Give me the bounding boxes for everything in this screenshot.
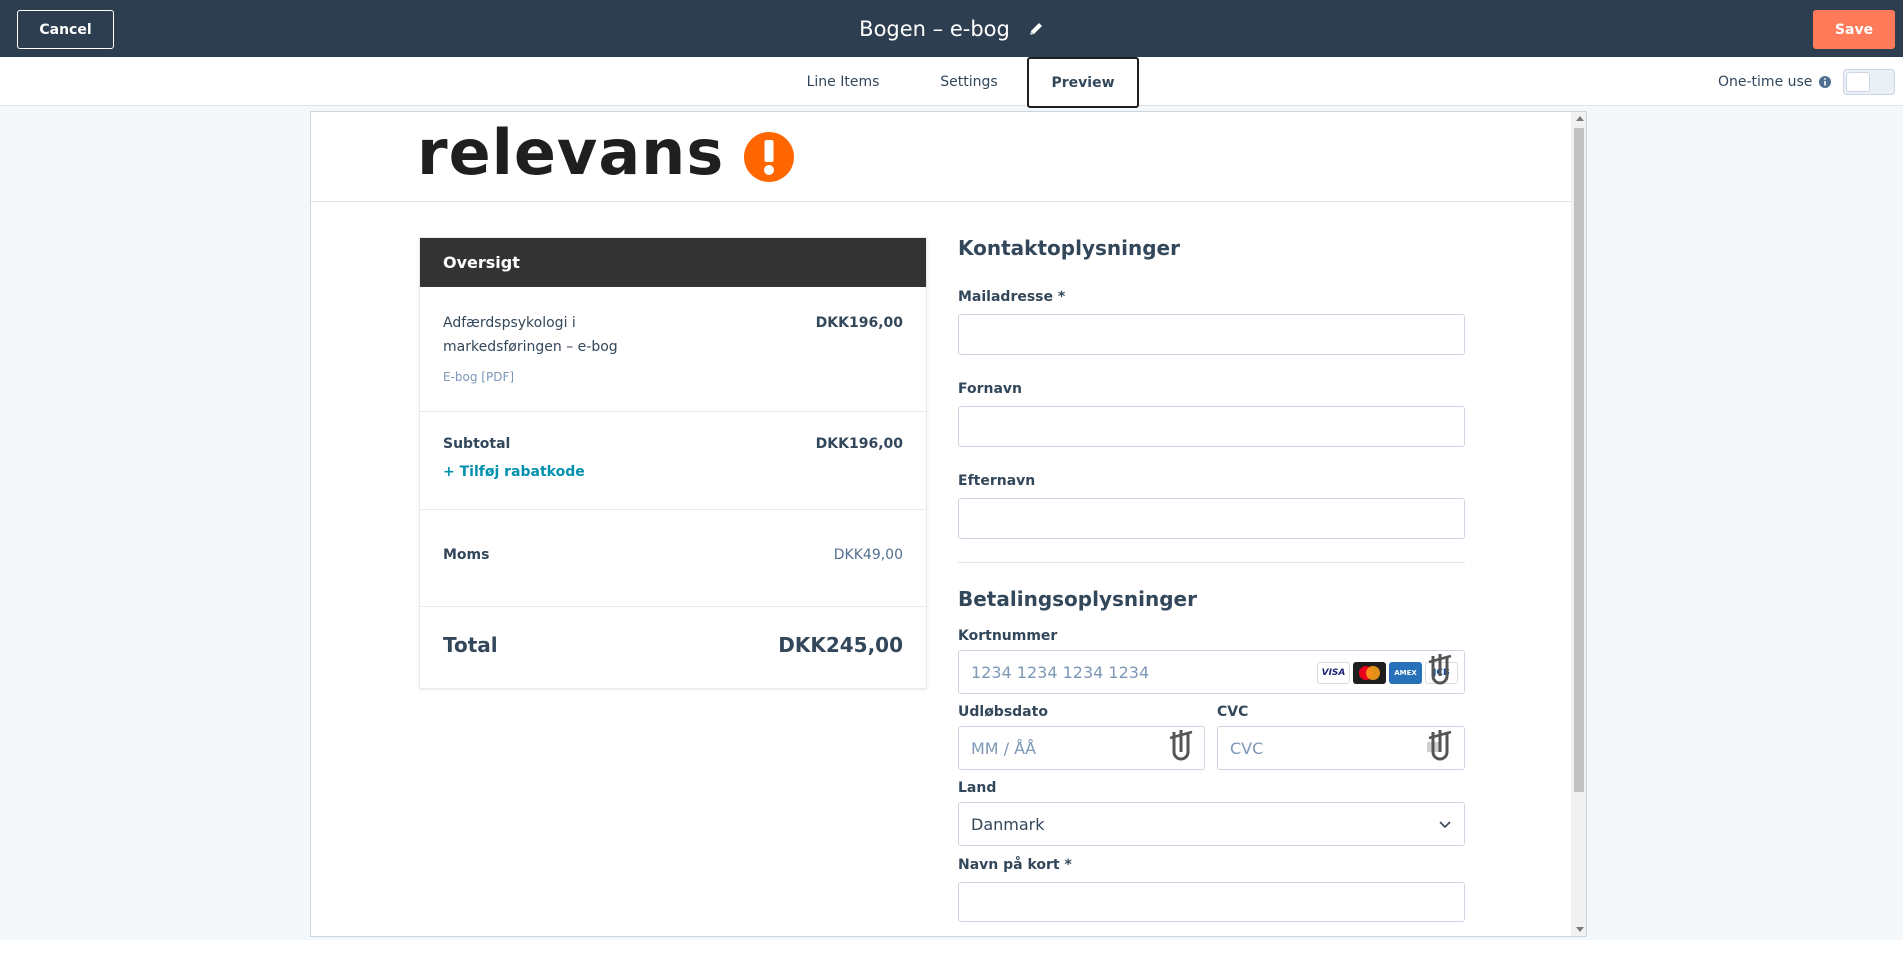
logo-header: relevans <box>311 112 1571 202</box>
email-label: Mailadresse * <box>958 289 1066 305</box>
email-field[interactable] <box>958 314 1465 355</box>
item-name: Adfærdspsykologi i markedsføringen – e-b… <box>443 315 618 355</box>
cardholder-name-label: Navn på kort * <box>958 857 1072 873</box>
item-variant: E-bog [PDF] <box>443 370 515 384</box>
summary-title: Oversigt <box>420 238 926 287</box>
chevron-down-icon <box>1439 821 1451 829</box>
save-button[interactable]: Save <box>1813 10 1895 49</box>
checkout-preview-frame: relevans Oversigt Adfærdspsykologi i mar… <box>310 111 1587 937</box>
visa-icon: VISA <box>1317 662 1350 684</box>
preview-scrollbar[interactable] <box>1571 112 1586 936</box>
title-area: Bogen – e-bog <box>0 0 1903 57</box>
tax-value: DKK49,00 <box>833 547 903 563</box>
form-divider <box>958 562 1465 563</box>
scroll-down-arrow-icon[interactable] <box>1576 927 1584 932</box>
lastname-field[interactable] <box>958 498 1465 539</box>
subtotal-value: DKK196,00 <box>815 436 903 452</box>
firstname-label: Fornavn <box>958 381 1023 397</box>
country-select[interactable]: Danmark <box>958 802 1465 846</box>
tab-settings[interactable]: Settings <box>926 57 1012 106</box>
cancel-button[interactable]: Cancel <box>17 10 114 49</box>
subtotal-label: Subtotal <box>443 436 511 452</box>
one-time-use-label: One-time use <box>1718 73 1813 90</box>
payment-heading: Betalingsoplysninger <box>958 587 1197 611</box>
tax-label: Moms <box>443 547 490 563</box>
info-icon[interactable] <box>1818 75 1832 89</box>
top-header: Cancel Bogen – e-bog Save <box>0 0 1903 57</box>
autofill-key-icon[interactable] <box>1425 652 1455 692</box>
brand-logo-text: relevans <box>417 116 725 189</box>
tab-preview[interactable]: Preview <box>1027 57 1139 108</box>
pencil-icon[interactable] <box>1028 21 1044 37</box>
expiry-label: Udløbsdato <box>958 704 1048 720</box>
total-section: Total DKK245,00 <box>420 607 926 688</box>
card-number-label: Kortnummer <box>958 628 1058 644</box>
item-price: DKK196,00 <box>815 315 903 331</box>
tab-line-items[interactable]: Line Items <box>790 57 896 106</box>
firstname-field[interactable] <box>958 406 1465 447</box>
contact-heading: Kontaktoplysninger <box>958 236 1180 260</box>
country-label: Land <box>958 780 997 796</box>
tab-bar: Line Items Settings Preview One-time use <box>0 57 1903 108</box>
subtotal-section: Subtotal DKK196,00 + Tilføj rabatkode <box>420 412 926 510</box>
total-value: DKK245,00 <box>778 633 903 657</box>
add-discount-link[interactable]: + Tilføj rabatkode <box>443 464 585 480</box>
total-label: Total <box>443 633 498 657</box>
page-title: Bogen – e-bog <box>859 16 1010 41</box>
toggle-knob <box>1846 72 1870 92</box>
order-summary: Oversigt Adfærdspsykologi i markedsførin… <box>419 237 927 689</box>
line-item: Adfærdspsykologi i markedsføringen – e-b… <box>420 287 926 412</box>
scroll-thumb[interactable] <box>1574 128 1584 792</box>
autofill-key-icon[interactable] <box>1425 728 1455 768</box>
amex-icon: AMEX <box>1389 662 1422 684</box>
one-time-use-toggle[interactable] <box>1843 69 1895 95</box>
cvc-label: CVC <box>1217 704 1249 720</box>
bottom-strip <box>0 940 1903 954</box>
tax-section: Moms DKK49,00 <box>420 510 926 607</box>
lastname-label: Efternavn <box>958 473 1036 489</box>
cardholder-name-field[interactable] <box>958 882 1465 922</box>
exclamation-logo-icon <box>744 132 794 182</box>
scroll-up-arrow-icon[interactable] <box>1576 116 1584 121</box>
autofill-key-icon[interactable] <box>1166 728 1196 768</box>
mastercard-icon <box>1353 662 1386 684</box>
country-value: Danmark <box>971 814 1045 834</box>
